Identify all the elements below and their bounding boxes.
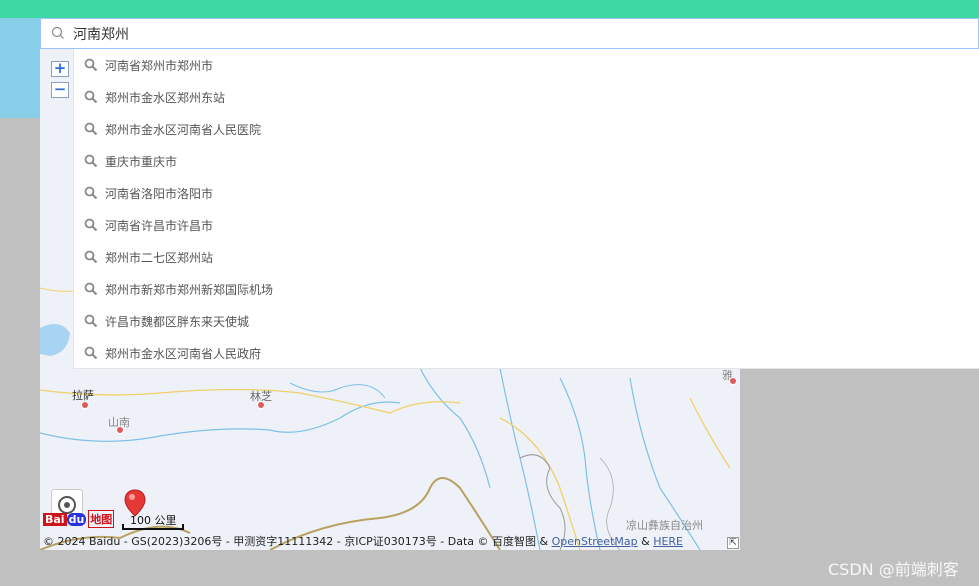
city-dot-lasa [81, 401, 89, 409]
scale-bar [122, 524, 184, 530]
suggestion-text: 河南省许昌市许昌市 [105, 218, 214, 233]
suggestion-text: 郑州市新郑市郑州新郑国际机场 [105, 282, 274, 297]
search-icon [84, 250, 98, 264]
suggestion-text: 河南省郑州市郑州市 [105, 58, 214, 73]
suggestion-item[interactable]: 郑州市二七区郑州站 [74, 241, 979, 273]
search-box[interactable] [40, 18, 979, 49]
search-icon [84, 58, 98, 72]
here-link[interactable]: HERE [653, 535, 683, 548]
zoom-out-button[interactable]: − [51, 82, 69, 98]
search-icon [51, 26, 64, 39]
baidu-map-logo[interactable]: Bai du 地图 [43, 510, 115, 528]
suggestion-item[interactable]: 郑州市新郑市郑州新郑国际机场 [74, 273, 979, 305]
map-copyright: © 2024 Baidu - GS(2023)3206号 - 甲测资字11111… [43, 535, 684, 548]
top-bar [0, 0, 979, 18]
suggestion-text: 许昌市魏都区胖东来天使城 [105, 314, 250, 329]
suggestion-text: 重庆市重庆市 [105, 154, 178, 169]
zoom-in-button[interactable]: + [51, 61, 69, 77]
openstreetmap-link[interactable]: OpenStreetMap [552, 535, 638, 548]
suggestion-text: 郑州市二七区郑州站 [105, 250, 214, 265]
search-icon [84, 314, 98, 328]
search-icon [84, 186, 98, 200]
expand-icon[interactable]: ⇱ [727, 537, 739, 549]
search-icon [84, 282, 98, 296]
search-icon [84, 218, 98, 232]
search-icon [84, 90, 98, 104]
search-icon [84, 122, 98, 136]
suggestion-list: 河南省郑州市郑州市 郑州市金水区郑州东站郑州市金水区河南省人民医院 重庆市重庆市河南… [73, 49, 979, 369]
city-dot-linzhi [257, 401, 265, 409]
search-icon [84, 154, 98, 168]
suggestion-item[interactable]: 重庆市重庆市 [74, 145, 979, 177]
search-input[interactable] [73, 21, 953, 46]
suggestion-item[interactable]: 河南省洛阳市洛阳市 [74, 177, 979, 209]
suggestion-item[interactable]: 河南省郑州市郑州市 [74, 49, 979, 81]
suggestion-text: 郑州市金水区河南省人民政府 [105, 346, 262, 361]
suggestion-text: 郑州市金水区郑州东站 [105, 90, 226, 105]
watermark: CSDN @前端刺客 [828, 560, 959, 579]
suggestion-item[interactable]: 许昌市魏都区胖东来天使城 [74, 305, 979, 337]
city-dot-shannan [116, 426, 124, 434]
suggestion-item[interactable]: 郑州市金水区郑州东站 [74, 81, 979, 113]
side-panel-strip [0, 18, 40, 118]
search-icon [84, 346, 98, 360]
suggestion-text: 郑州市金水区河南省人民医院 [105, 122, 262, 137]
city-dot-ya [729, 377, 737, 385]
suggestion-text: 河南省洛阳市洛阳市 [105, 186, 214, 201]
suggestion-item[interactable]: 郑州市金水区河南省人民医院 [74, 113, 979, 145]
map-label-liangshan: 凉山彝族自治州 [626, 519, 703, 532]
suggestion-item[interactable]: 河南省许昌市许昌市 [74, 209, 979, 241]
suggestion-item[interactable]: 郑州市金水区河南省人民政府 [74, 337, 979, 369]
